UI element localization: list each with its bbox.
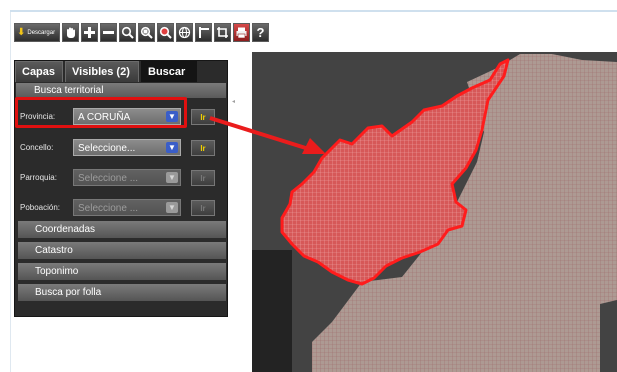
- parroquia-go-button[interactable]: Ir: [191, 170, 215, 186]
- parroquia-value: Seleccione ...: [78, 173, 139, 184]
- panel-tabs: Capas Visibles (2) Buscar: [15, 61, 197, 82]
- chevron-down-icon: ▼: [166, 142, 178, 153]
- pan-hand-icon[interactable]: [62, 23, 79, 42]
- zoom-previous-icon[interactable]: [157, 23, 174, 42]
- print-icon[interactable]: [233, 23, 250, 42]
- tab-capas[interactable]: Capas: [15, 61, 63, 82]
- parroquia-select[interactable]: Seleccione ... ▼: [73, 169, 181, 186]
- section-toponimo[interactable]: Toponimo: [18, 263, 226, 280]
- zoom-extent-icon[interactable]: [138, 23, 155, 42]
- parroquia-row: Parroquia: Seleccione ... ▼ Ir: [15, 166, 229, 190]
- poboacion-row: Poboación: Seleccione ... ▼ Ir: [15, 196, 229, 220]
- download-label: Descargar: [27, 29, 56, 36]
- poboacion-select[interactable]: Seleccione ... ▼: [73, 199, 181, 216]
- download-button[interactable]: ⬇ Descargar: [14, 23, 60, 42]
- crop-icon[interactable]: [214, 23, 231, 42]
- provincia-highlight-box: [15, 97, 187, 128]
- panel-collapse-handle[interactable]: ◂: [232, 98, 235, 105]
- tab-visibles[interactable]: Visibles (2): [65, 61, 139, 82]
- globe-icon[interactable]: [176, 23, 193, 42]
- map-view[interactable]: [252, 52, 617, 372]
- concello-value: Seleccione...: [78, 143, 136, 154]
- parroquia-label: Parroquia:: [20, 173, 57, 182]
- map-dark-tile: [252, 250, 292, 372]
- help-icon[interactable]: ?: [252, 23, 269, 42]
- chevron-down-icon: ▼: [166, 202, 178, 213]
- map-toolbar: ⬇ Descargar ?: [14, 23, 269, 42]
- concello-row: Concello: Seleccione... ▼ Ir: [15, 136, 229, 160]
- download-arrow-icon: ⬇: [17, 26, 26, 38]
- window-left-border: [10, 12, 11, 372]
- zoom-in-plus-icon[interactable]: [81, 23, 98, 42]
- poboacion-value: Seleccione ...: [78, 203, 139, 214]
- window-top-border: [10, 10, 617, 12]
- chevron-down-icon: ▼: [166, 172, 178, 183]
- concello-label: Concello:: [20, 143, 54, 152]
- poboacion-label: Poboación:: [20, 203, 61, 212]
- concello-select[interactable]: Seleccione... ▼: [73, 139, 181, 156]
- section-coordenadas[interactable]: Coordenadas: [18, 221, 226, 238]
- section-catastro[interactable]: Catastro: [18, 242, 226, 259]
- tab-buscar[interactable]: Buscar: [141, 61, 197, 82]
- zoom-out-minus-icon[interactable]: [100, 23, 117, 42]
- measure-icon[interactable]: [195, 23, 212, 42]
- provincia-go-button[interactable]: Ir: [191, 109, 215, 125]
- poboacion-go-button[interactable]: Ir: [191, 200, 215, 216]
- zoom-box-icon[interactable]: [119, 23, 136, 42]
- busca-territorial-header[interactable]: Busca territorial: [16, 83, 226, 98]
- concello-go-button[interactable]: Ir: [191, 140, 215, 156]
- section-busca-por-folla[interactable]: Busca por folla: [18, 284, 226, 301]
